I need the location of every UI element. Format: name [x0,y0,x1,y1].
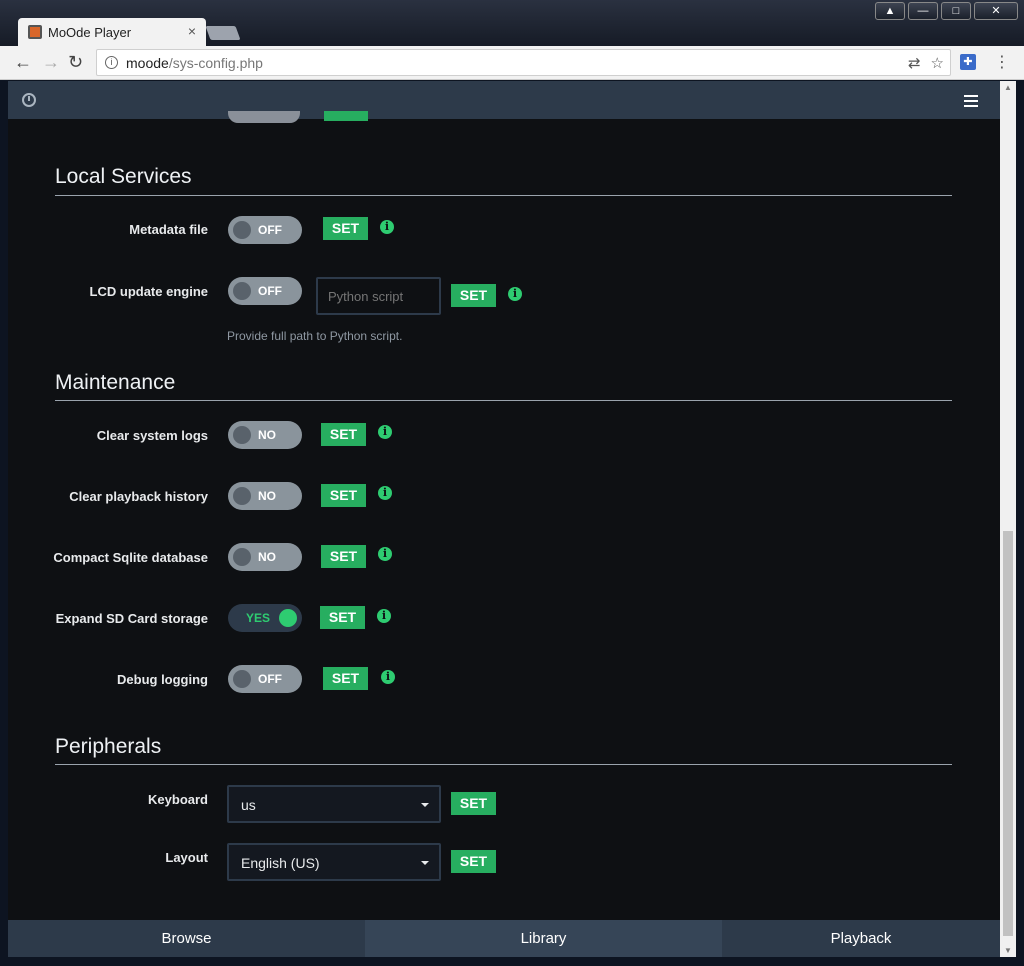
keyboard-select-value: us [241,797,256,813]
clear-playback-history-set-button[interactable]: SET [321,484,366,507]
info-icon[interactable]: i [378,486,392,500]
debug-logging-label: Debug logging [117,672,208,687]
lcd-update-engine-set-button[interactable]: SET [451,284,496,307]
translate-icon[interactable]: ⇄ [908,54,921,72]
section-divider [55,195,952,196]
info-icon[interactable]: i [381,670,395,684]
layout-select-value: English (US) [241,855,320,871]
lcd-update-engine-label: LCD update engine [89,284,208,299]
browser-tab[interactable]: MoOde Player × [18,18,206,46]
layout-select[interactable]: English (US) [227,843,441,881]
toggle-state: NO [258,489,276,503]
toggle-state: OFF [258,284,282,298]
layout-label: Layout [165,850,208,865]
info-icon[interactable]: i [378,547,392,561]
compact-sqlite-database-toggle[interactable]: NO [228,543,302,571]
debug-logging-set-button[interactable]: SET [323,667,368,690]
python-script-input[interactable] [316,277,441,315]
local-services-title: Local Services [55,165,192,188]
expand-sd-card-storage-set-button[interactable]: SET [320,606,365,629]
clear-playback-history-toggle[interactable]: NO [228,482,302,510]
scroll-down-icon[interactable]: ▼ [1004,946,1012,955]
toggle-state: NO [258,428,276,442]
toggle-knob [233,548,251,566]
tab-library[interactable]: Library [365,920,722,957]
chevron-down-icon [421,861,429,865]
reload-icon[interactable]: ↻ [68,52,83,73]
info-icon[interactable]: i [380,220,394,234]
moode-app: Local Services Metadata file OFF SET i L… [8,81,1000,957]
peripherals-title: Peripherals [55,735,162,758]
metadata-file-label: Metadata file [129,222,208,237]
maximize-button[interactable]: □ [941,2,971,20]
tab-close-icon[interactable]: × [188,23,196,39]
tab-playback[interactable]: Playback [722,920,1000,957]
toggle-knob [233,670,251,688]
clear-system-logs-label: Clear system logs [96,428,208,443]
keyboard-set-button[interactable]: SET [451,792,496,815]
partial-toggle[interactable] [228,111,300,123]
app-header [8,81,1000,119]
partial-set-button[interactable] [324,111,368,121]
tab-title: MoOde Player [48,24,132,40]
toggle-state: YES [246,611,271,625]
metadata-file-set-button[interactable]: SET [323,217,368,240]
new-tab-button[interactable] [205,26,241,40]
clear-system-logs-toggle[interactable]: NO [228,421,302,449]
info-icon[interactable]: i [378,425,392,439]
tab-browse[interactable]: Browse [8,920,365,957]
toggle-knob [233,487,251,505]
metadata-file-toggle[interactable]: OFF [228,216,302,244]
url-host: moode [126,54,169,71]
maintenance-title: Maintenance [55,371,176,394]
toggle-state: OFF [258,672,282,686]
layout-set-button[interactable]: SET [451,850,496,873]
chevron-down-icon [421,803,429,807]
url-path: /sys-config.php [168,54,263,71]
toggle-state: NO [258,550,276,564]
toggle-knob [233,426,251,444]
back-arrow-icon[interactable]: ← [14,52,32,73]
compact-sqlite-database-set-button[interactable]: SET [321,545,366,568]
scrollbar-thumb[interactable] [1003,531,1013,936]
title-bar: MoOde Player × ▲ — □ ✕ [0,0,1024,46]
info-icon[interactable]: i [508,287,522,301]
clear-system-logs-set-button[interactable]: SET [321,423,366,446]
expand-sd-card-storage-label: Expand SD Card storage [55,611,208,626]
footer-nav: Browse Library Playback [8,920,1000,957]
debug-logging-toggle[interactable]: OFF [228,665,302,693]
clock-icon[interactable] [22,93,36,107]
clear-playback-history-label: Clear playback history [69,489,208,504]
toggle-knob [233,221,251,239]
extension-puzzle-icon[interactable]: ✚ [960,54,976,70]
bookmark-star-icon[interactable]: ☆ [931,54,944,72]
keyboard-label: Keyboard [148,792,208,807]
section-divider [55,400,952,401]
toggle-state: OFF [258,223,282,237]
keyboard-select[interactable]: us [227,785,441,823]
window-controls: ▲ — □ ✕ [875,2,1018,20]
scroll-up-icon[interactable]: ▲ [1004,83,1012,92]
minimize-button[interactable]: — [908,2,938,20]
close-window-button[interactable]: ✕ [974,2,1018,20]
address-bar: ← → ↻ i moode /sys-config.php ⇄ ☆ ✚ ⋮ [0,46,1024,80]
site-info-icon[interactable]: i [105,56,118,69]
page-scrollbar[interactable]: ▲ ▼ [1000,81,1016,957]
hamburger-menu-icon[interactable] [964,95,978,107]
user-profile-button[interactable]: ▲ [875,2,905,20]
moode-favicon-icon [28,25,42,39]
toggle-knob [233,282,251,300]
toggle-knob [279,609,297,627]
forward-arrow-icon[interactable]: → [42,52,60,73]
info-icon[interactable]: i [377,609,391,623]
compact-sqlite-database-label: Compact Sqlite database [53,550,208,565]
lcd-update-engine-toggle[interactable]: OFF [228,277,302,305]
python-script-help-text: Provide full path to Python script. [227,329,403,343]
section-divider [55,764,952,765]
browser-menu-icon[interactable]: ⋮ [994,52,1010,72]
url-input[interactable]: i moode /sys-config.php ⇄ ☆ [96,49,951,76]
expand-sd-card-storage-toggle[interactable]: YES [228,604,302,632]
